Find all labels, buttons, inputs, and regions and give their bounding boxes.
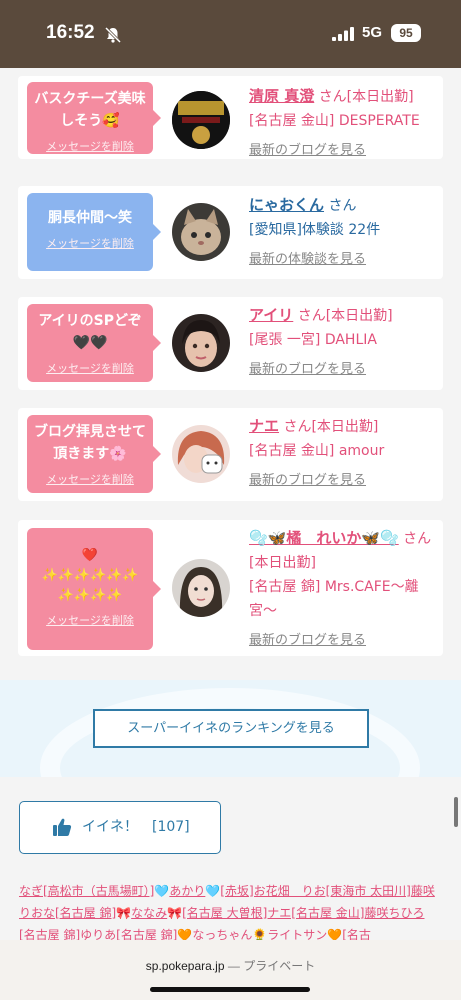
thumbs-up-icon [53, 818, 72, 836]
like-button[interactable]: イイネ！ [107] [19, 801, 221, 854]
shop-info: [名古屋 金山] DESPERATE [249, 113, 420, 129]
ranking-section: スーパーイイネのランキングを見る [0, 680, 461, 777]
user-name-link[interactable]: にゃおくん [249, 196, 324, 214]
liker-link[interactable]: [名古屋 大曽根]ナエ[名古屋 金山]藤咲 [182, 906, 388, 920]
browser-bar[interactable]: sp.pokepara.jp — プライベート [0, 940, 461, 1000]
delete-message-link[interactable]: メッセージを削除 [27, 612, 153, 628]
scrollbar[interactable] [454, 797, 458, 827]
private-mode-label: プライベート [243, 959, 316, 973]
avatar[interactable] [172, 559, 230, 617]
delete-message-link[interactable]: メッセージを削除 [27, 360, 153, 376]
latest-blog-link[interactable]: 最新のブログを見る [249, 139, 439, 158]
user-name-link[interactable]: 🫧🦋橘 れいか🦋🫧 [249, 529, 399, 547]
heart-icon: 🩵 [205, 884, 221, 898]
user-suffix: さん [328, 198, 357, 214]
list-item: ブログ拝見させて頂きます🌸 メッセージを削除 ナエ さん[本日出勤] [名古屋 … [18, 408, 443, 501]
user-info: アイリ さん[本日出勤] [尾張 一宮] DAHLIA 最新のブログを見る [249, 303, 439, 377]
user-suffix: さん[本日出勤] [297, 308, 393, 324]
shop-info: [名古屋 金山] amour [249, 443, 385, 459]
latest-blog-link[interactable]: 最新のブログを見る [249, 358, 439, 377]
domain: sp.pokepara.jp [145, 959, 225, 973]
message-bubble: アイリのSPどぞ🖤🖤 メッセージを削除 [27, 304, 161, 382]
url-display[interactable]: sp.pokepara.jp — プライベート [0, 957, 461, 974]
like-count: [107] [152, 819, 190, 835]
ranking-button[interactable]: スーパーイイネのランキングを見る [93, 709, 369, 748]
user-info: ナエ さん[本日出勤] [名古屋 金山] amour 最新のブログを見る [249, 414, 439, 488]
message-list: バスクチーズ美味しそう🥰 メッセージを削除 清原 真澄 さん[本日出勤] [名古… [0, 68, 461, 680]
network-label: 5G [362, 24, 383, 41]
status-time: 16:52 [46, 22, 95, 43]
user-name-link[interactable]: ナエ [249, 417, 279, 435]
message-text: アイリのSPどぞ🖤🖤 [38, 313, 142, 351]
avatar[interactable] [172, 91, 230, 149]
message-text: バスクチーズ美味しそう🥰 [34, 91, 146, 129]
user-info: 清原 真澄 さん[本日出勤] [名古屋 金山] DESPERATE 最新のブログ… [249, 84, 439, 158]
user-name-link[interactable]: アイリ [249, 306, 293, 324]
latest-review-link[interactable]: 最新の体験談を見る [249, 248, 439, 267]
list-item: ❤️ ✨✨✨✨✨✨ ✨✨✨✨ メッセージを削除 🫧🦋橘 れいか🦋🫧 さん[本日出… [18, 520, 443, 656]
list-item: バスクチーズ美味しそう🥰 メッセージを削除 清原 真澄 さん[本日出勤] [名古… [18, 76, 443, 159]
liker-link[interactable]: あかり [169, 884, 205, 898]
avatar[interactable] [172, 203, 230, 261]
liker-link[interactable]: なぎ[高松市（古馬場町）] [19, 884, 154, 898]
user-name-link[interactable]: 清原 真澄 [249, 87, 314, 105]
shop-info: [尾張 一宮] DAHLIA [249, 332, 377, 348]
latest-blog-link[interactable]: 最新のブログを見る [249, 469, 439, 488]
delete-message-link[interactable]: メッセージを削除 [27, 235, 153, 251]
avatar[interactable] [172, 314, 230, 372]
heart-icon: 🩵 [154, 884, 170, 898]
review-count: [愛知県]体験談 22件 [249, 222, 381, 238]
home-indicator[interactable] [150, 987, 310, 992]
shop-info: [名古屋 錦] Mrs.CAFE〜離宮〜 [249, 579, 419, 619]
message-text: ❤️ ✨✨✨✨✨✨ ✨✨✨✨ [41, 548, 139, 603]
delete-message-link[interactable]: メッセージを削除 [27, 138, 153, 154]
message-bubble: ❤️ ✨✨✨✨✨✨ ✨✨✨✨ メッセージを削除 [27, 528, 161, 650]
battery-icon: 95 [391, 24, 421, 42]
user-info: 🫧🦋橘 れいか🦋🫧 さん[本日出勤] [名古屋 錦] Mrs.CAFE〜離宮〜 … [249, 526, 439, 648]
list-item: アイリのSPどぞ🖤🖤 メッセージを削除 アイリ さん[本日出勤] [尾張 一宮]… [18, 297, 443, 390]
message-text: 胴長仲間〜笑 [48, 210, 132, 226]
list-item: 胴長仲間〜笑 メッセージを削除 にゃおくん さん [愛知県]体験談 22件 最新… [18, 186, 443, 279]
message-text: ブログ拝見させて頂きます🌸 [34, 424, 146, 462]
user-suffix: さん[本日出勤] [283, 419, 379, 435]
liker-link[interactable]: ななみ [131, 906, 167, 920]
user-suffix: さん[本日出勤] [318, 89, 414, 105]
like-label: イイネ！ [82, 819, 138, 835]
message-bubble: 胴長仲間〜笑 メッセージを削除 [27, 193, 161, 271]
user-info: にゃおくん さん [愛知県]体験談 22件 最新の体験談を見る [249, 193, 439, 267]
ribbon-icon: 🎀 [167, 906, 183, 920]
signal-icon [332, 27, 354, 41]
ribbon-icon: 🎀 [116, 906, 132, 920]
bell-muted-icon [104, 26, 122, 44]
latest-blog-link[interactable]: 最新のブログを見る [249, 629, 439, 648]
status-bar: 16:52 5G 95 [0, 0, 461, 68]
likers-list: なぎ[高松市（古馬場町）]🩵あかり🩵[赤坂]お花畑 りお[東海市 太田川]藤咲 … [19, 880, 439, 946]
separator: — [227, 959, 240, 973]
message-bubble: バスクチーズ美味しそう🥰 メッセージを削除 [27, 82, 161, 154]
message-bubble: ブログ拝見させて頂きます🌸 メッセージを削除 [27, 415, 161, 493]
delete-message-link[interactable]: メッセージを削除 [27, 471, 153, 487]
avatar[interactable] [172, 425, 230, 483]
liker-link[interactable]: [赤坂]お花畑 りお[東海市 太田川] [220, 884, 411, 898]
